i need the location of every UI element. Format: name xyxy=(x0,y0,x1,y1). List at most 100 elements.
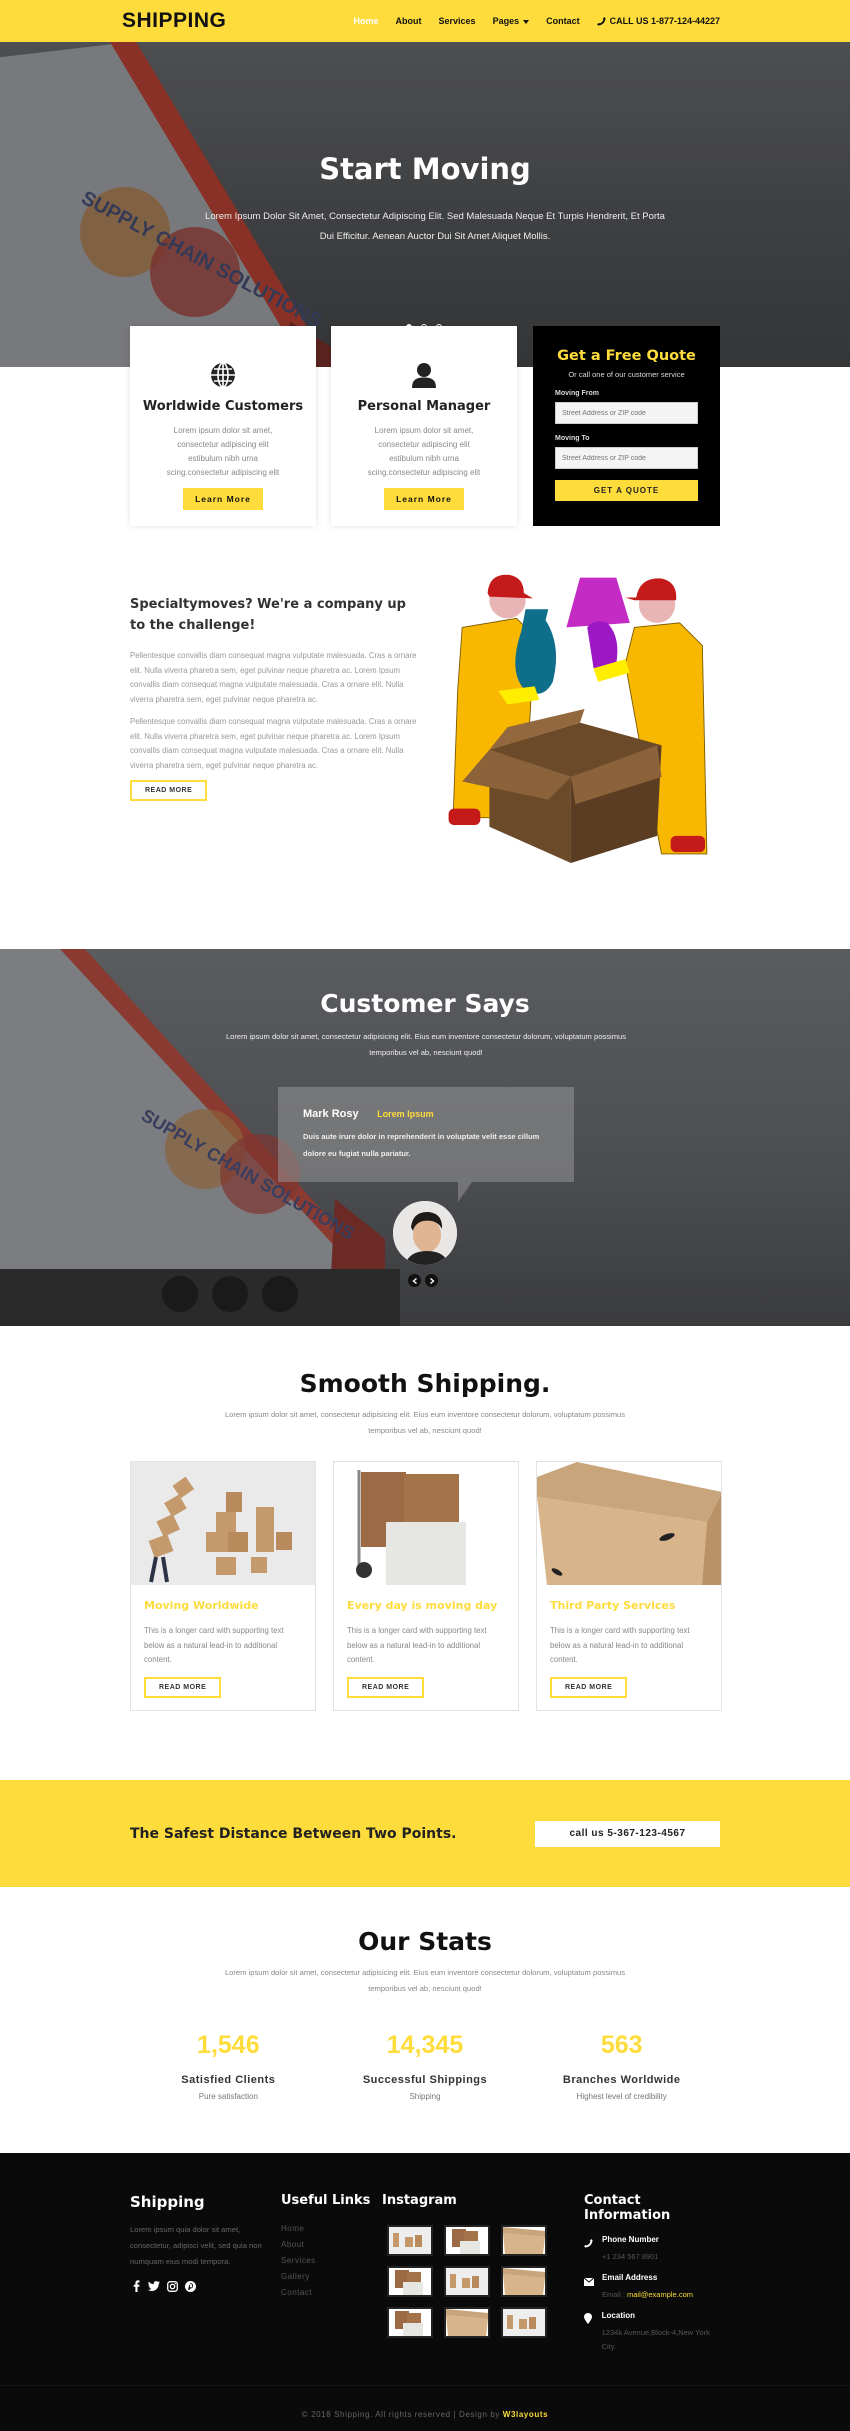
feature-card: Personal Manager Lorem ipsum dolor sit a… xyxy=(331,326,517,526)
call-us-link[interactable]: CALL US 1-877-124-44227 xyxy=(596,16,720,26)
top-navbar: SHIPPING Home About Services Pages Conta… xyxy=(0,0,850,42)
movers-illustration xyxy=(448,574,708,864)
boxes-stack-image xyxy=(131,1462,315,1585)
footer-brand: Shipping xyxy=(130,2193,205,2211)
nav-about[interactable]: About xyxy=(396,16,422,26)
hero-title: Start Moving xyxy=(319,152,531,186)
footer-contact: Contact Information Phone Number +1 234 5… xyxy=(583,2193,724,2354)
learn-more-button[interactable]: Learn More xyxy=(384,488,464,510)
testimonials-section: SUPPLY CHAIN SOLUTIONS Customer Says Lor… xyxy=(0,949,850,1326)
stats-section: Our Stats Lorem ipsum dolor sit amet, co… xyxy=(0,1887,850,2153)
stat-item: 14,345 Successful Shippings Shipping xyxy=(327,2031,524,2101)
twitter-icon[interactable] xyxy=(148,2280,160,2292)
nav-home[interactable]: Home xyxy=(354,16,379,26)
useful-links-title: Useful Links xyxy=(281,2193,371,2208)
feature-text: Lorem ipsum dolor sit amet, consectetur … xyxy=(367,426,481,477)
nav-pages-dropdown[interactable]: Pages xyxy=(493,16,530,26)
about-paragraph: Pellentesque convallis diam consequat ma… xyxy=(130,717,417,770)
email-label: Email Address xyxy=(602,2273,658,2282)
features-row: Worldwide Customers Lorem ipsum dolor si… xyxy=(130,326,720,526)
instagram-thumb[interactable] xyxy=(444,2307,490,2338)
contact-location: Location 1234k Avenue,Block-4,New York Ci… xyxy=(584,2311,724,2354)
instagram-thumb[interactable] xyxy=(501,2225,547,2256)
instagram-thumb[interactable] xyxy=(387,2266,433,2297)
nav-contact[interactable]: Contact xyxy=(546,16,580,26)
email-prefix: Email : xyxy=(602,2290,625,2299)
feature-title: Worldwide Customers xyxy=(142,399,304,414)
nav-services[interactable]: Services xyxy=(439,16,476,26)
service-title: Moving Worldwide xyxy=(144,1599,259,1612)
pinterest-icon[interactable] xyxy=(184,2280,196,2292)
read-more-button[interactable]: READ MORE xyxy=(550,1676,628,1698)
envelope-icon xyxy=(583,2277,595,2286)
instagram-thumb[interactable] xyxy=(387,2225,433,2256)
instagram-title: Instagram xyxy=(382,2193,457,2208)
hero-text: Lorem Ipsum Dolor Sit Amet, Consectetur … xyxy=(205,211,665,242)
call-us-button[interactable]: call us 5-367-123-4567 xyxy=(535,1820,720,1847)
instagram-thumb[interactable] xyxy=(501,2266,547,2297)
copyright-text: © 2018 Shipping. All rights reserved | D… xyxy=(301,2410,500,2419)
footer-link-services[interactable]: Services xyxy=(281,2253,370,2269)
call-us-text: CALL US 1-877-124-44227 xyxy=(609,16,720,26)
instagram-thumb[interactable] xyxy=(444,2225,490,2256)
quote-title: Get a Free Quote xyxy=(557,348,696,364)
stat-subtext: Shipping xyxy=(409,2092,441,2101)
about-title: Specialtymoves? We're a company up to th… xyxy=(130,597,406,633)
testimonial-avatar xyxy=(393,1201,457,1265)
moving-to-input[interactable] xyxy=(555,447,698,469)
footer-link-contact[interactable]: Contact xyxy=(281,2285,370,2301)
footer-about: Shipping Lorem ipsum quia dolor sit amet… xyxy=(130,2193,280,2292)
social-links xyxy=(130,2280,280,2292)
moving-to-label: Moving To xyxy=(555,435,590,442)
learn-more-button[interactable]: Learn More xyxy=(183,488,263,510)
testimonial-role: Lorem Ipsum xyxy=(377,1109,434,1119)
about-section: Specialtymoves? We're a company up to th… xyxy=(130,526,720,949)
service-text: This is a longer card with supporting te… xyxy=(144,1626,284,1664)
moving-from-input[interactable] xyxy=(555,402,698,424)
stat-value: 563 xyxy=(600,2031,643,2059)
free-quote-form: Get a Free Quote Or call one of our cust… xyxy=(533,326,720,526)
footer-link-gallery[interactable]: Gallery xyxy=(281,2269,370,2285)
contact-email: Email Address Email : mail@example.com xyxy=(583,2273,724,2302)
email-link[interactable]: mail@example.com xyxy=(627,2290,693,2299)
service-title: Every day is moving day xyxy=(347,1599,498,1612)
service-card: Third Party Services This is a longer ca… xyxy=(536,1461,722,1711)
moving-from-label: Moving From xyxy=(555,390,599,397)
testimonials-title: Customer Says xyxy=(320,989,530,1018)
site-logo[interactable]: SHIPPING xyxy=(122,9,226,33)
designer-link[interactable]: W3layouts xyxy=(503,2410,548,2419)
stat-label: Branches Worldwide xyxy=(562,2074,681,2086)
testimonial-name: Mark Rosy xyxy=(303,1108,359,1120)
facebook-icon[interactable] xyxy=(130,2280,142,2292)
user-icon xyxy=(412,363,436,388)
instagram-thumb[interactable] xyxy=(501,2307,547,2338)
footer-link-home[interactable]: Home xyxy=(281,2221,370,2237)
read-more-button[interactable]: READ MORE xyxy=(347,1676,425,1698)
instagram-thumb[interactable] xyxy=(444,2266,490,2297)
service-title: Third Party Services xyxy=(550,1599,676,1612)
instagram-thumb[interactable] xyxy=(387,2307,433,2338)
stat-label: Satisfied Clients xyxy=(181,2074,276,2086)
about-paragraph: Pellentesque convallis diam consequat ma… xyxy=(130,651,417,704)
stat-value: 1,546 xyxy=(197,2031,260,2059)
footer-link-about[interactable]: About xyxy=(281,2237,370,2253)
phone-icon xyxy=(584,2239,593,2248)
stat-item: 563 Branches Worldwide Highest level of … xyxy=(523,2031,720,2101)
hero-slider: SUPPLY CHAIN SOLUTIONS Start Moving Lore… xyxy=(0,42,850,367)
stat-item: 1,546 Satisfied Clients Pure satisfactio… xyxy=(130,2031,327,2101)
prev-arrow-icon[interactable] xyxy=(408,1274,421,1287)
get-quote-button[interactable]: GET A QUOTE xyxy=(555,480,698,501)
services-lead: Lorem ipsum dolor sit amet, consectetur … xyxy=(224,1410,626,1435)
footer-about-text: Lorem ipsum quia dolor sit amet, consect… xyxy=(130,2225,262,2266)
service-text: This is a longer card with supporting te… xyxy=(347,1626,487,1664)
stat-subtext: Pure satisfaction xyxy=(198,2092,258,2101)
footer: Shipping Lorem ipsum quia dolor sit amet… xyxy=(0,2153,850,2385)
read-more-button[interactable]: READ MORE xyxy=(144,1676,222,1698)
read-more-button[interactable]: READ MORE xyxy=(130,780,208,801)
location-value: 1234k Avenue,Block-4,New York City. xyxy=(601,2328,710,2351)
cardboard-box-image xyxy=(537,1462,721,1585)
location-label: Location xyxy=(601,2311,635,2320)
next-arrow-icon[interactable] xyxy=(425,1274,438,1287)
footer-instagram: Instagram xyxy=(382,2193,547,2338)
instagram-icon[interactable] xyxy=(166,2280,178,2292)
